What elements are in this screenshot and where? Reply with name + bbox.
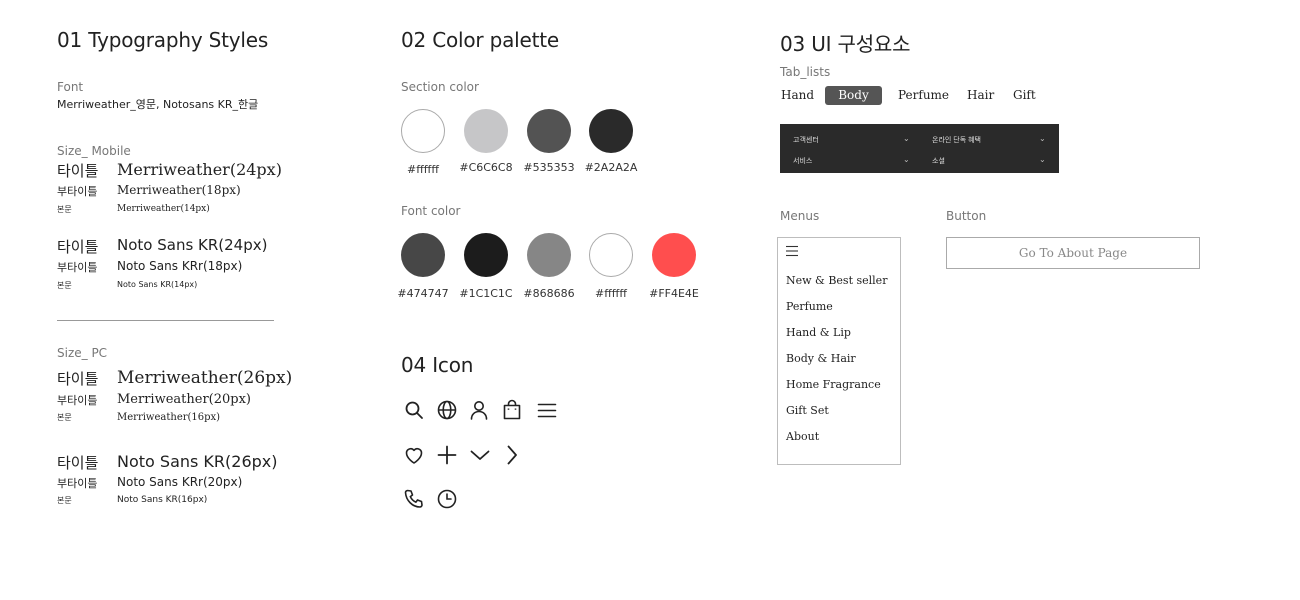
footer-item-social[interactable]: 소셜 (932, 156, 945, 166)
type-row-pc-merri-body: 본문 Merriweather(16px) (57, 412, 221, 423)
tab-body[interactable]: Body (825, 86, 882, 105)
menu-item-home-fragrance[interactable]: Home Fragrance (786, 378, 881, 391)
chevron-down-icon (468, 443, 492, 467)
menu-icon (535, 398, 559, 422)
phone-icon (402, 487, 426, 511)
swatch-font-5-label: #FF4E4E (649, 287, 699, 300)
type-row-mobile-merri-body: 본문 Merriweather(14px) (57, 204, 210, 214)
tab-lists-label: Tab_lists (780, 65, 831, 79)
type-row-pc-noto-subtitle: 부타이틀 Noto Sans KRr(20px) (57, 475, 243, 490)
type-row-pc-noto-title: 타이틀 Noto Sans KR(26px) (57, 452, 278, 472)
user-icon (467, 398, 491, 422)
typography-divider (57, 320, 274, 321)
swatch-font-2 (464, 233, 508, 277)
size-mobile-label: Size_ Mobile (57, 144, 131, 158)
plus-icon (435, 443, 459, 467)
swatch-section-4-label: #2A2A2A (584, 161, 638, 174)
menu-item-new-best[interactable]: New & Best seller (786, 274, 887, 287)
type-row-pc-merri-subtitle: 부타이틀 Merriweather(20px) (57, 392, 252, 407)
chevron-down-icon[interactable]: ⌄ (903, 134, 910, 143)
heart-icon (402, 443, 426, 467)
menu-panel: New & Best seller Perfume Hand & Lip Bod… (777, 237, 901, 465)
footer-item-service[interactable]: 서비스 (793, 156, 812, 166)
swatch-font-4 (589, 233, 633, 277)
menu-item-perfume[interactable]: Perfume (786, 300, 833, 313)
footer-item-online-benefits[interactable]: 온라인 단독 혜택 (932, 135, 981, 145)
clock-icon (435, 487, 459, 511)
menu-item-body-hair[interactable]: Body & Hair (786, 352, 856, 365)
footer-item-customer-center[interactable]: 고객센터 (793, 135, 819, 145)
menu-item-gift-set[interactable]: Gift Set (786, 404, 829, 417)
type-row-mobile-noto-body: 본문 Noto Sans KR(14px) (57, 280, 198, 290)
swatch-section-2 (464, 109, 508, 153)
section-title-icons: 04 Icon (401, 353, 474, 377)
font-label: Font (57, 80, 84, 94)
globe-icon (435, 398, 459, 422)
chevron-down-icon[interactable]: ⌄ (1039, 134, 1046, 143)
type-row-pc-noto-body: 본문 Noto Sans KR(16px) (57, 495, 208, 505)
search-icon (402, 398, 426, 422)
swatch-section-3 (527, 109, 571, 153)
go-to-about-button[interactable]: Go To About Page (946, 237, 1200, 269)
section-title-ui: 03 UI 구성요소 (780, 32, 911, 56)
swatch-section-4 (589, 109, 633, 153)
section-title-typography: 01 Typography Styles (57, 28, 269, 52)
font-color-label: Font color (401, 204, 461, 218)
type-row-mobile-noto-title: 타이틀 Noto Sans KR(24px) (57, 236, 268, 256)
chevron-right-icon (500, 443, 524, 467)
tab-perfume[interactable]: Perfume (898, 86, 949, 105)
button-label: Button (946, 209, 987, 223)
swatch-font-1 (401, 233, 445, 277)
menus-label: Menus (780, 209, 820, 223)
tab-hair[interactable]: Hair (967, 86, 994, 105)
tab-hand[interactable]: Hand (781, 86, 814, 105)
tab-gift[interactable]: Gift (1013, 86, 1036, 105)
swatch-section-1 (401, 109, 445, 153)
swatch-font-3 (527, 233, 571, 277)
menu-item-hand-lip[interactable]: Hand & Lip (786, 326, 851, 339)
type-row-mobile-merri-subtitle: 부타이틀 Merriweather(18px) (57, 183, 241, 198)
chevron-down-icon[interactable]: ⌄ (903, 155, 910, 164)
type-row-mobile-noto-subtitle: 부타이틀 Noto Sans KRr(18px) (57, 259, 243, 274)
menu-item-about[interactable]: About (786, 430, 819, 443)
chevron-down-icon[interactable]: ⌄ (1039, 155, 1046, 164)
font-value: Merriweather_영문, Notosans KR_한글 (57, 98, 259, 111)
size-pc-label: Size_ PC (57, 346, 108, 360)
swatch-font-5 (652, 233, 696, 277)
shopping-bag-icon (500, 398, 524, 422)
section-color-label: Section color (401, 80, 479, 94)
section-title-colors: 02 Color palette (401, 28, 559, 52)
footer-accordion: 고객센터 ⌄ 온라인 단독 혜택 ⌄ 서비스 ⌄ 소셜 ⌄ (780, 124, 1059, 173)
type-row-pc-merri-title: 타이틀 Merriweather(26px) (57, 368, 293, 388)
type-row-mobile-merri-title: 타이틀 Merriweather(24px) (57, 160, 282, 180)
menu-icon[interactable] (785, 244, 799, 258)
